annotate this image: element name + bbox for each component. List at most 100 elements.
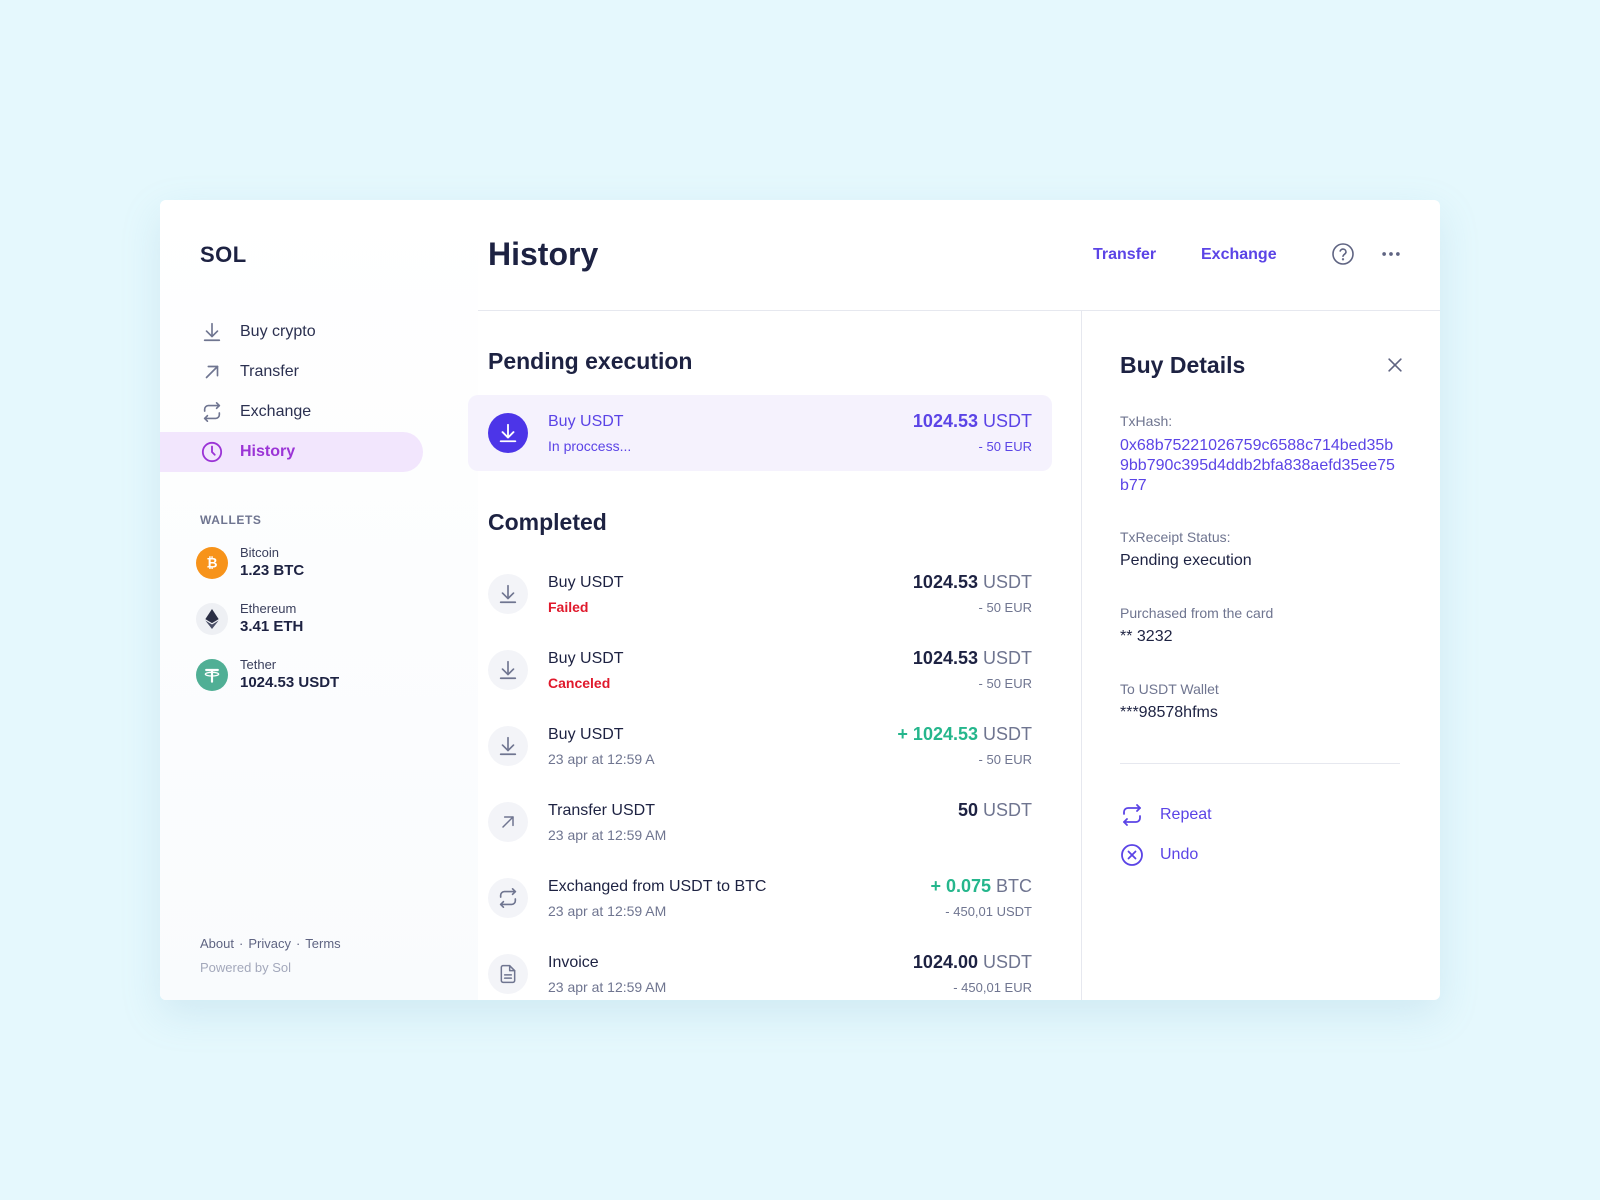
svg-text:₿: ₿ xyxy=(206,556,217,572)
exchange-icon xyxy=(488,878,528,918)
tether-icon xyxy=(196,659,228,691)
amount-value: 1024.53 xyxy=(912,572,978,592)
amount-currency: USDT xyxy=(983,648,1032,668)
amount-currency: USDT xyxy=(983,724,1032,744)
transaction-status: Canceled xyxy=(548,675,611,691)
transaction-amount: + 1024.53 USDT xyxy=(897,724,1032,745)
transaction-name: Transfer USDT xyxy=(548,802,655,819)
terms-link[interactable]: Terms xyxy=(305,936,340,951)
download-icon xyxy=(488,726,528,766)
amount-currency: USDT xyxy=(983,800,1032,820)
wallet-balance: 1024.53 USDT xyxy=(240,674,340,691)
sidebar-item-label: Exchange xyxy=(240,403,312,420)
help-circle-icon[interactable] xyxy=(1330,241,1356,267)
transaction-row[interactable]: Buy USDT 23 apr at 12:59 A + 1024.53 USDT… xyxy=(468,708,1052,784)
card-label: Purchased from the card xyxy=(1120,605,1274,621)
transaction-name: Buy USDT xyxy=(548,726,624,743)
app-window: SOL Buy crypto Transfer Exchange History… xyxy=(160,200,1440,1000)
transaction-row[interactable]: Invoice 23 apr at 12:59 AM 1024.00 USDT -… xyxy=(468,936,1052,1000)
bitcoin-icon: ₿ xyxy=(196,547,228,579)
status-label: TxReceipt Status: xyxy=(1120,529,1231,545)
logo[interactable]: SOL xyxy=(200,242,247,268)
transaction-status: In proccess... xyxy=(548,438,632,454)
exchange-icon xyxy=(200,400,224,424)
transaction-secondary-amount: - 50 EUR xyxy=(978,752,1032,767)
repeat-button[interactable]: Repeat xyxy=(1120,800,1212,830)
repeat-label: Repeat xyxy=(1160,806,1212,823)
privacy-link[interactable]: Privacy xyxy=(248,936,291,951)
transaction-row[interactable]: Buy USDT Failed 1024.53 USDT - 50 EUR xyxy=(468,556,1052,632)
undo-label: Undo xyxy=(1160,846,1199,863)
transaction-secondary-amount: - 450,01 EUR xyxy=(953,980,1032,995)
wallet-value: ***98578hfms xyxy=(1120,704,1218,721)
transaction-row[interactable]: Exchanged from USDT to BTC 23 apr at 12:… xyxy=(468,860,1052,936)
amount-currency: USDT xyxy=(983,411,1032,431)
transaction-amount: 1024.53 USDT xyxy=(913,572,1032,593)
transaction-amount: 1024.53 USDT xyxy=(913,411,1032,432)
wallet-name: Bitcoin xyxy=(240,545,280,560)
arrow-up-right-icon xyxy=(488,802,528,842)
more-horizontal-icon[interactable] xyxy=(1378,241,1404,267)
amount-currency: BTC xyxy=(996,876,1032,896)
transaction-secondary-amount: - 50 EUR xyxy=(978,600,1032,615)
page-title: History xyxy=(488,236,599,272)
completed-section-title: Completed xyxy=(488,509,607,535)
download-icon xyxy=(488,574,528,614)
amount-value: 1024.00 xyxy=(912,952,978,972)
wallet-name: Ethereum xyxy=(240,601,297,616)
status-value: Pending execution xyxy=(1120,552,1252,569)
powered-by: Powered by Sol xyxy=(200,960,292,975)
txhash-label: TxHash: xyxy=(1120,413,1173,429)
separator-dot: · xyxy=(295,936,301,951)
wallet-tether[interactable]: Tether 1024.53 USDT xyxy=(196,655,339,695)
transaction-name: Invoice xyxy=(548,954,599,971)
transaction-date: 23 apr at 12:59 AM xyxy=(548,979,667,995)
download-icon xyxy=(200,320,224,344)
download-icon xyxy=(488,413,528,453)
transaction-status: Failed xyxy=(548,599,589,615)
transaction-amount: 1024.53 USDT xyxy=(913,648,1032,669)
download-icon xyxy=(488,650,528,690)
sidebar-item-history[interactable]: History xyxy=(160,432,423,472)
txhash-value[interactable]: 0x68b75221026759c6588c714bed35b9bb790c39… xyxy=(1120,436,1400,496)
wallet-ethereum[interactable]: Ethereum 3.41 ETH xyxy=(196,599,303,639)
transaction-row-pending[interactable]: Buy USDT In proccess... 1024.53 USDT - 50… xyxy=(468,395,1052,471)
transaction-row[interactable]: Buy USDT Canceled 1024.53 USDT - 50 EUR xyxy=(468,632,1052,708)
transaction-date: 23 apr at 12:59 AM xyxy=(548,903,667,919)
sidebar-item-transfer[interactable]: Transfer xyxy=(160,352,423,392)
separator-dot: · xyxy=(238,936,244,951)
x-circle-icon xyxy=(1120,843,1144,867)
sidebar: SOL Buy crypto Transfer Exchange History… xyxy=(160,200,478,1000)
close-icon[interactable] xyxy=(1382,352,1408,378)
amount-value: 50 xyxy=(957,800,978,820)
header-transfer-link[interactable]: Transfer xyxy=(1093,246,1156,264)
amount-currency: USDT xyxy=(983,572,1032,592)
sidebar-item-exchange[interactable]: Exchange xyxy=(160,392,423,432)
wallet-balance: 1.23 BTC xyxy=(240,562,305,579)
sidebar-item-buy-crypto[interactable]: Buy crypto xyxy=(160,312,423,352)
transaction-amount: + 0.075 BTC xyxy=(930,876,1032,897)
transaction-name: Exchanged from USDT to BTC xyxy=(548,878,767,895)
transaction-date: 23 apr at 12:59 AM xyxy=(548,827,667,843)
clock-icon xyxy=(200,440,224,464)
sidebar-nav: Buy crypto Transfer Exchange History xyxy=(160,312,423,472)
header-exchange-link[interactable]: Exchange xyxy=(1201,246,1277,264)
about-link[interactable]: About xyxy=(200,936,234,951)
wallet-label: To USDT Wallet xyxy=(1120,681,1219,697)
amount-value: + 1024.53 xyxy=(897,724,978,744)
wallet-balance: 3.41 ETH xyxy=(240,618,304,635)
amount-currency: USDT xyxy=(983,952,1032,972)
transaction-amount: 1024.00 USDT xyxy=(913,952,1032,973)
wallet-bitcoin[interactable]: ₿ Bitcoin 1.23 BTC xyxy=(196,543,304,583)
details-title: Buy Details xyxy=(1120,352,1246,378)
transaction-secondary-amount: - 450,01 USDT xyxy=(945,904,1032,919)
transaction-secondary-amount: - 50 EUR xyxy=(978,676,1032,691)
pending-section-title: Pending execution xyxy=(488,348,693,374)
sidebar-item-label: Transfer xyxy=(240,363,299,380)
transaction-date: 23 apr at 12:59 A xyxy=(548,751,655,767)
details-divider xyxy=(1120,763,1400,764)
wallets-heading: WALLETS xyxy=(200,513,262,527)
transaction-name: Buy USDT xyxy=(548,574,624,591)
undo-button[interactable]: Undo xyxy=(1120,840,1198,870)
transaction-row[interactable]: Transfer USDT 23 apr at 12:59 AM 50 USDT xyxy=(468,784,1052,860)
